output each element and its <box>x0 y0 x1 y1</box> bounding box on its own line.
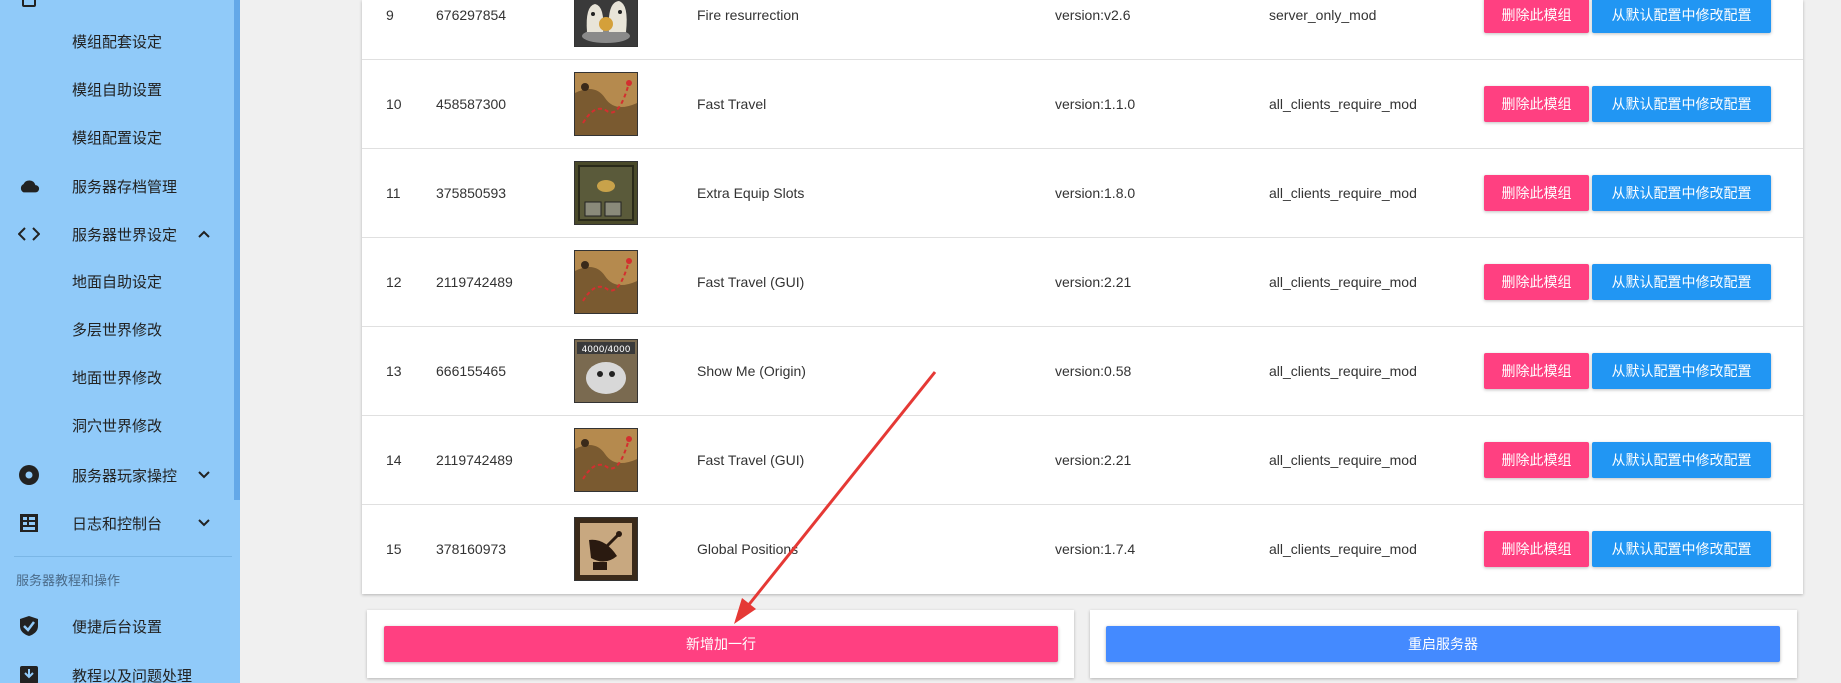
chevron-up-icon[interactable] <box>196 226 212 242</box>
sidebar-item-mod-matching[interactable]: 模组配套设定 <box>0 21 234 61</box>
sidebar-item-save-management[interactable]: 服务器存档管理 <box>0 166 234 206</box>
restart-card: 重启服务器 <box>1090 610 1797 678</box>
table-row: 15 378160973 Global Positions version:1.… <box>362 504 1803 593</box>
sidebar-item-mod-config[interactable]: 模组配置设定 <box>0 117 234 157</box>
edit-config-button[interactable]: 从默认配置中修改配置 <box>1592 174 1771 211</box>
sidebar-item-label: 教程以及问题处理 <box>72 667 193 683</box>
disc-icon <box>18 464 40 486</box>
code-icon <box>18 223 40 245</box>
table-row: 10 458587300 Fast Travel version:1.1.0 a… <box>362 59 1803 149</box>
sidebar-item-label: 服务器世界设定 <box>72 226 178 244</box>
sidebar-item-label: 地面世界修改 <box>72 369 163 387</box>
delete-mod-button[interactable]: 删除此模组 <box>1484 0 1589 33</box>
sidebar-item-ground-world[interactable]: 地面世界修改 <box>0 357 234 397</box>
log-icon <box>18 512 40 534</box>
sidebar-item-ground-self-setup[interactable]: 地面自助设定 <box>0 261 234 301</box>
sidebar-item-label: 地面自助设定 <box>72 273 163 291</box>
sidebar-item-cave-world[interactable]: 洞穴世界修改 <box>0 405 234 445</box>
cloud-icon <box>18 175 40 197</box>
add-row-card: 新增加一行 <box>367 610 1074 678</box>
restart-server-button[interactable]: 重启服务器 <box>1106 626 1780 662</box>
sidebar-item-player-control[interactable]: 服务器玩家操控 <box>0 455 234 495</box>
sidebar-item-label: 便捷后台设置 <box>72 618 163 636</box>
sidebar: 模组配套设定 模组自助设置 模组配置设定 服务器存档管理 服务器世界设定 地面自… <box>0 0 240 683</box>
mod-table: 9 676297854 Fire resurrection version:v2… <box>362 0 1803 594</box>
sidebar-scrollbar[interactable] <box>234 0 240 500</box>
sidebar-item-label: 服务器玩家操控 <box>72 467 178 485</box>
sidebar-item-label: 服务器存档管理 <box>72 178 178 196</box>
sidebar-item-tutorials[interactable]: 教程以及问题处理 <box>0 655 234 683</box>
delete-mod-button[interactable]: 删除此模组 <box>1484 530 1589 567</box>
delete-mod-button[interactable]: 删除此模组 <box>1484 174 1589 211</box>
check-shield-icon <box>18 615 40 637</box>
table-row: 13 666155465 4000/4000 Show Me (Origin) … <box>362 326 1803 416</box>
delete-mod-button[interactable]: 删除此模组 <box>1484 85 1589 122</box>
sidebar-item-multi-world[interactable]: 多层世界修改 <box>0 309 234 349</box>
sidebar-item-partial[interactable] <box>0 0 234 18</box>
sidebar-item-label: 日志和控制台 <box>72 515 163 533</box>
edit-config-button[interactable]: 从默认配置中修改配置 <box>1592 0 1771 33</box>
delete-mod-button[interactable]: 删除此模组 <box>1484 352 1589 389</box>
table-row: 12 2119742489 Fast Travel (GUI) version:… <box>362 237 1803 327</box>
sidebar-item-quick-backend[interactable]: 便捷后台设置 <box>0 606 234 646</box>
sidebar-item-world-settings[interactable]: 服务器世界设定 <box>0 214 234 254</box>
edit-config-button[interactable]: 从默认配置中修改配置 <box>1592 441 1771 478</box>
edit-config-button[interactable]: 从默认配置中修改配置 <box>1592 352 1771 389</box>
table-row: 9 676297854 Fire resurrection version:v2… <box>362 0 1803 60</box>
sidebar-item-label: 模组自助设置 <box>72 81 163 99</box>
edit-config-button[interactable]: 从默认配置中修改配置 <box>1592 85 1771 122</box>
table-row: 14 2119742489 Fast Travel (GUI) version:… <box>362 415 1803 505</box>
download-box-icon <box>18 664 40 683</box>
chevron-down-icon[interactable] <box>196 467 212 483</box>
table-row: 11 375850593 Extra Equip Slots version:1… <box>362 148 1803 238</box>
delete-mod-button[interactable]: 删除此模组 <box>1484 441 1589 478</box>
chevron-down-icon[interactable] <box>196 515 212 531</box>
add-row-button[interactable]: 新增加一行 <box>384 626 1058 662</box>
edit-config-button[interactable]: 从默认配置中修改配置 <box>1592 530 1771 567</box>
delete-mod-button[interactable]: 删除此模组 <box>1484 263 1589 300</box>
sidebar-item-label: 模组配置设定 <box>72 129 163 147</box>
sidebar-section-label: 服务器教程和操作 <box>16 573 121 588</box>
file-icon <box>18 0 40 9</box>
sidebar-item-label: 洞穴世界修改 <box>72 417 163 435</box>
edit-config-button[interactable]: 从默认配置中修改配置 <box>1592 263 1771 300</box>
sidebar-item-logs-console[interactable]: 日志和控制台 <box>0 503 234 543</box>
sidebar-item-mod-self-setup[interactable]: 模组自助设置 <box>0 69 234 109</box>
sidebar-item-label: 模组配套设定 <box>72 33 163 51</box>
sidebar-divider <box>14 556 232 557</box>
sidebar-item-label: 多层世界修改 <box>72 321 163 339</box>
